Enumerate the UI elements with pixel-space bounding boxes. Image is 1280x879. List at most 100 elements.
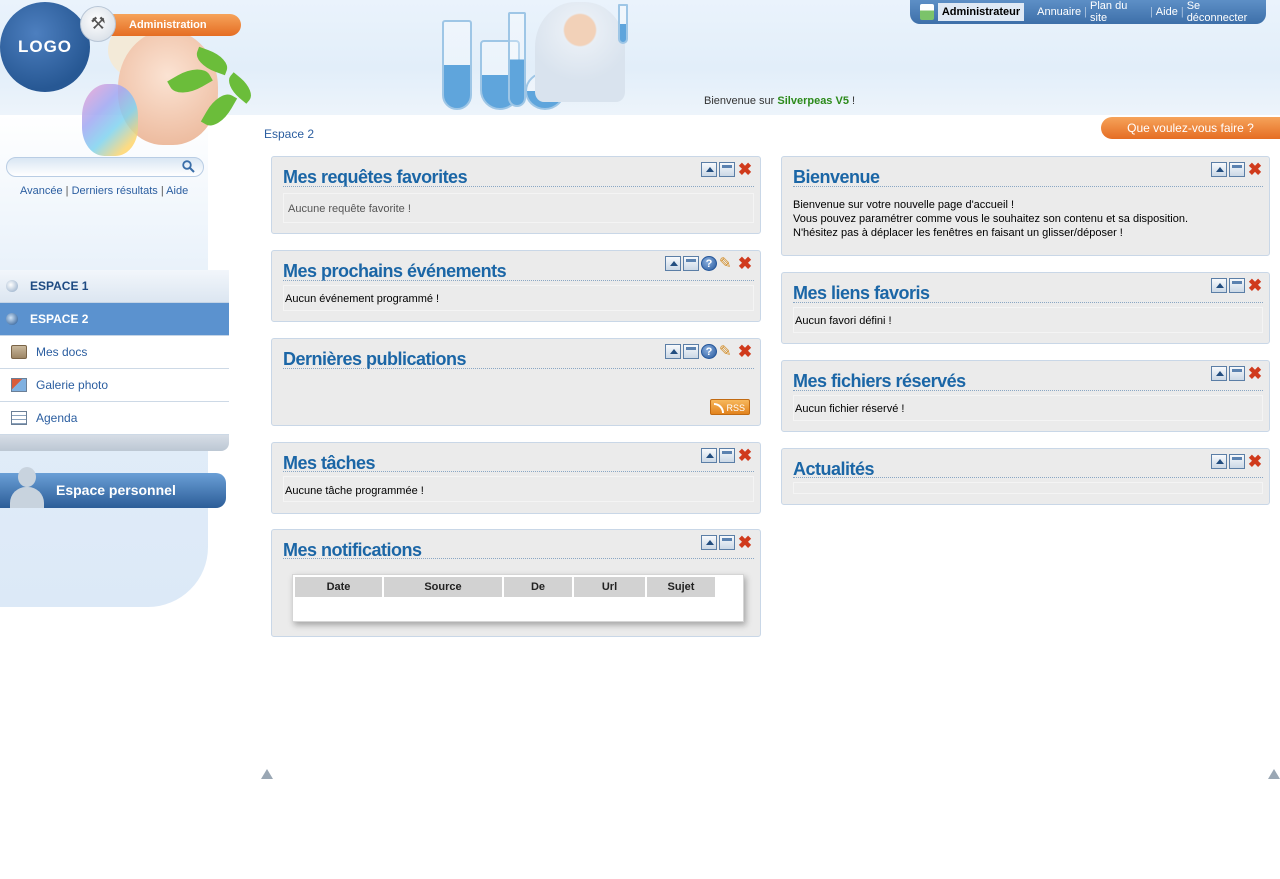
close-icon[interactable]: ✖ (737, 255, 753, 272)
close-icon[interactable]: ✖ (1247, 277, 1263, 294)
welcome-line: Bienvenue sur votre nouvelle page d'accu… (793, 199, 1015, 211)
page: Bienvenue sur Silverpeas V5 ! Administra… (0, 0, 1280, 879)
space-item-espace-2[interactable]: ESPACE 2 (0, 303, 229, 336)
sub-item-agenda[interactable]: Agenda (0, 402, 229, 435)
close-icon[interactable]: ✖ (737, 534, 753, 551)
column-header-de[interactable]: De (503, 577, 574, 597)
portlet-prochains-evenements[interactable]: Mes prochains événements ? ✎ ✖ Aucun évé… (271, 250, 761, 322)
table-header-row: Date Source De Url Sujet (295, 577, 717, 597)
portlet-body: Aucune tâche programmée ! (283, 476, 754, 502)
maximize-icon[interactable] (1229, 278, 1245, 293)
close-icon[interactable]: ✖ (1247, 453, 1263, 470)
search-icon[interactable] (182, 160, 195, 173)
edit-pencil-icon[interactable]: ✎ (719, 344, 735, 359)
folder-icon (11, 345, 27, 359)
space-label: ESPACE 2 (30, 312, 89, 326)
scientist-image (535, 2, 625, 102)
divider (283, 368, 754, 369)
portlet-title: Mes prochains événements (283, 261, 507, 281)
portlet-body: Aucune requête favorite ! (283, 193, 754, 223)
welcome-line: Vous pouvez paramétrer comme vous le sou… (793, 213, 1189, 225)
banner-lab-image (440, 0, 650, 115)
minimize-icon[interactable] (665, 256, 681, 271)
link-deconnecter[interactable]: Se déconnecter (1184, 0, 1266, 24)
sub-item-label: Mes docs (36, 345, 88, 359)
portlet-controls: ✖ (701, 534, 753, 551)
portlet-controls: ✖ (701, 161, 753, 178)
portlet-mes-liens-favoris[interactable]: Mes liens favoris ✖ Aucun favori défini … (781, 272, 1270, 344)
welcome-suffix: ! (848, 95, 856, 107)
search-help-link[interactable]: Aide (166, 185, 188, 197)
maximize-icon[interactable] (1229, 454, 1245, 469)
help-icon[interactable]: ? (701, 256, 717, 271)
help-icon[interactable]: ? (701, 344, 717, 359)
portlet-actualites[interactable]: Actualités ✖ (781, 448, 1270, 505)
portlet-controls: ✖ (1211, 277, 1263, 294)
sub-item-galerie-photo[interactable]: Galerie photo (0, 369, 229, 402)
administration-button[interactable]: Administration (95, 14, 241, 36)
maximize-icon[interactable] (683, 256, 699, 271)
minimize-icon[interactable] (1211, 454, 1227, 469)
space-bullet-icon (6, 313, 18, 325)
maximize-icon[interactable] (719, 162, 735, 177)
flask-decoration (442, 20, 472, 110)
spaces-menu-footer (0, 435, 229, 451)
close-icon[interactable]: ✖ (1247, 161, 1263, 178)
column-header-source[interactable]: Source (383, 577, 504, 597)
search-last-results-link[interactable]: Derniers résultats (72, 185, 158, 197)
maximize-icon[interactable] (719, 448, 735, 463)
minimize-icon[interactable] (1211, 162, 1227, 177)
link-aide[interactable]: Aide (1153, 6, 1181, 18)
user-name[interactable]: Administrateur (937, 3, 1025, 21)
minimize-icon[interactable] (701, 448, 717, 463)
breadcrumb[interactable]: Espace 2 (264, 127, 314, 141)
minimize-icon[interactable] (701, 162, 717, 177)
welcome-prefix: Bienvenue sur (704, 95, 778, 107)
maximize-icon[interactable] (683, 344, 699, 359)
column-header-sujet[interactable]: Sujet (646, 577, 717, 597)
close-icon[interactable]: ✖ (737, 161, 753, 178)
search-input[interactable] (6, 157, 204, 177)
portlet-title: Mes requêtes favorites (283, 167, 468, 187)
flask-decoration (508, 12, 526, 107)
edit-pencil-icon[interactable]: ✎ (719, 256, 735, 271)
close-icon[interactable]: ✖ (737, 343, 753, 360)
column-header-date[interactable]: Date (295, 577, 384, 597)
scroll-right-arrow-icon[interactable] (1268, 769, 1280, 779)
link-plan-du-site[interactable]: Plan du site (1087, 0, 1150, 24)
search-links: Avancée | Derniers résultats | Aide (20, 185, 188, 197)
minimize-icon[interactable] (1211, 366, 1227, 381)
calendar-icon (11, 411, 27, 425)
maximize-icon[interactable] (1229, 162, 1245, 177)
column-header-url[interactable]: Url (573, 577, 647, 597)
sub-item-mes-docs[interactable]: Mes docs (0, 336, 229, 369)
close-icon[interactable]: ✖ (1247, 365, 1263, 382)
minimize-icon[interactable] (665, 344, 681, 359)
user-silhouette-icon (8, 467, 44, 508)
tools-icon[interactable]: ⚒ (80, 6, 116, 42)
portlet-requetes-favorites[interactable]: Mes requêtes favorites ✖ Aucune requête … (271, 156, 761, 234)
link-annuaire[interactable]: Annuaire (1034, 6, 1084, 18)
search-advanced-link[interactable]: Avancée (20, 185, 63, 197)
close-icon[interactable]: ✖ (737, 447, 753, 464)
portlet-mes-fichiers-reserves[interactable]: Mes fichiers réservés ✖ Aucun fichier ré… (781, 360, 1270, 432)
sub-item-label: Galerie photo (36, 378, 109, 392)
maximize-icon[interactable] (719, 535, 735, 550)
space-item-espace-1[interactable]: ESPACE 1 (0, 270, 229, 303)
portlet-body: Aucun fichier réservé ! (793, 395, 1263, 421)
logo[interactable]: LOGO (0, 2, 90, 92)
portlet-title: Mes liens favoris (793, 283, 930, 303)
test-tube-decoration (618, 4, 628, 44)
portlet-mes-taches[interactable]: Mes tâches ✖ Aucune tâche programmée ! (271, 442, 761, 514)
divider (283, 558, 754, 559)
rss-feed-button[interactable]: RSS (710, 399, 750, 415)
portlet-body (793, 482, 1263, 494)
portlet-dernieres-publications[interactable]: Dernières publications ? ✎ ✖ RSS (271, 338, 761, 426)
portlet-mes-notifications[interactable]: Mes notifications ✖ Date Source De Url S… (271, 529, 761, 637)
minimize-icon[interactable] (1211, 278, 1227, 293)
what-to-do-button[interactable]: Que voulez-vous faire ? (1101, 117, 1280, 139)
portlet-bienvenue[interactable]: Bienvenue ✖ Bienvenue sur votre nouvelle… (781, 156, 1270, 256)
maximize-icon[interactable] (1229, 366, 1245, 381)
scroll-left-arrow-icon[interactable] (261, 769, 273, 779)
minimize-icon[interactable] (701, 535, 717, 550)
